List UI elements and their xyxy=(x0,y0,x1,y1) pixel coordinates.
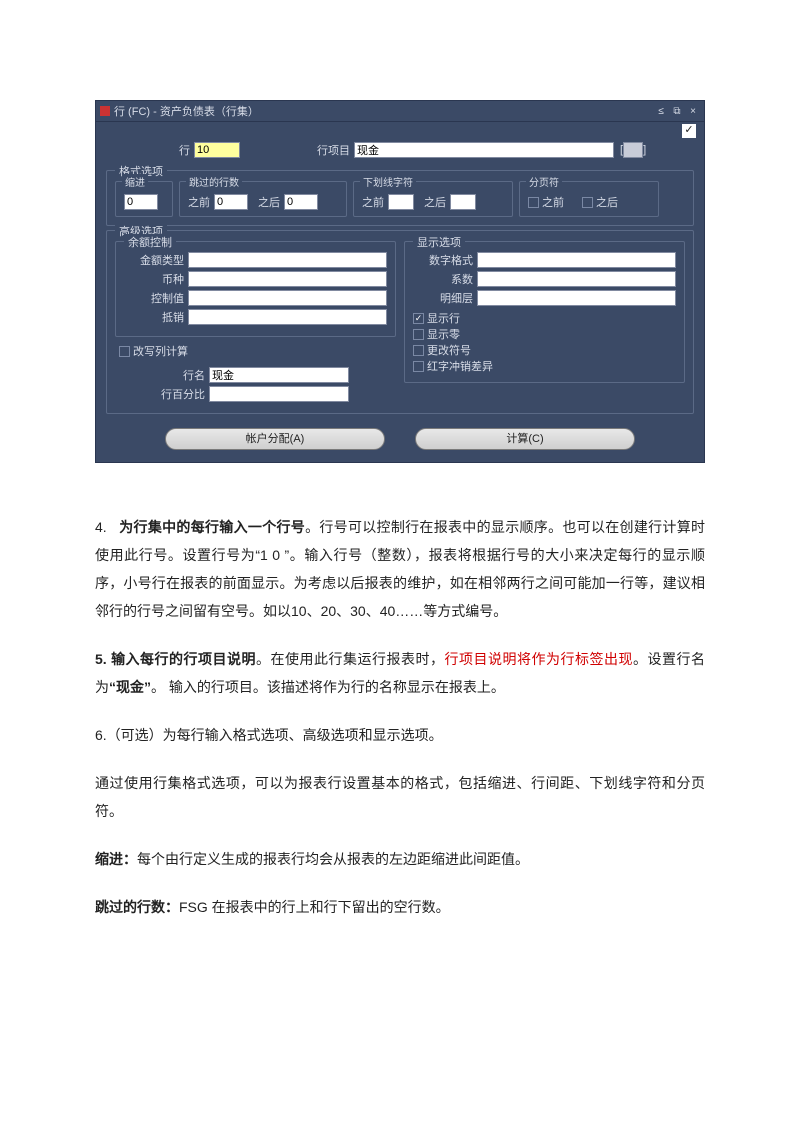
underline-title: 下划线字符 xyxy=(360,174,416,189)
paragraph-7: 缩进：每个由行定义生成的报表行均会从报表的左边距缩进此间距值。 xyxy=(95,845,705,873)
bracket-right: ] xyxy=(643,144,646,156)
ul-before-label: 之前 xyxy=(362,194,384,210)
pagebreak-title: 分页符 xyxy=(526,174,562,189)
skip-before-input[interactable] xyxy=(214,194,248,210)
pb-before-label: 之前 xyxy=(542,194,564,210)
coeff-input[interactable] xyxy=(477,271,676,287)
row-pct-label: 行百分比 xyxy=(155,386,205,402)
indent-title: 缩进 xyxy=(122,174,148,189)
show-row-checkbox[interactable]: ✓ xyxy=(413,313,424,324)
pb-after-label: 之后 xyxy=(596,194,618,210)
indent-input[interactable] xyxy=(124,194,158,210)
currency-input[interactable] xyxy=(188,271,387,287)
display-title: 显示选项 xyxy=(413,234,465,250)
skip-before-label: 之前 xyxy=(188,194,210,210)
format-group: 格式选项 缩进 跳过的行数 之前 之后 下划线字符 xyxy=(106,170,694,226)
offset-input[interactable] xyxy=(188,309,387,325)
red-offset-label: 红字冲销差异 xyxy=(427,358,493,374)
rewrite-col-checkbox[interactable] xyxy=(119,346,130,357)
detail-input[interactable] xyxy=(477,290,676,306)
titlebar: 行 (FC) - 资产负债表（行集） ≤ ⧉ × xyxy=(96,101,704,122)
paragraph-8: 跳过的行数：FSG 在报表中的行上和行下留出的空行数。 xyxy=(95,893,705,921)
paragraph-6: 6.（可选）为每行输入格式选项、高级选项和显示选项。 xyxy=(95,721,705,749)
row-name-input[interactable] xyxy=(209,367,349,383)
override-symbol-label: 更改符号 xyxy=(427,342,471,358)
restore-icon[interactable]: ⧉ xyxy=(670,105,684,117)
currency-label: 币种 xyxy=(124,271,184,287)
display-group: 显示选项 数字格式 系数 明细层 ✓显示行 显示零 更改符号 红字冲销差异 xyxy=(404,241,685,383)
app-icon xyxy=(100,106,110,116)
paragraph-4: 4. 为行集中的每行输入一个行号。行号可以控制行在报表中的显示顺序。也可以在创建… xyxy=(95,513,705,625)
form-window: 行 (FC) - 资产负债表（行集） ≤ ⧉ × ✓ 行 行项目 [ ] 格式选… xyxy=(95,100,705,463)
close-icon[interactable]: × xyxy=(686,105,700,117)
row-number-input[interactable] xyxy=(194,142,240,158)
amount-type-input[interactable] xyxy=(188,252,387,268)
ul-before-input[interactable] xyxy=(388,194,414,210)
paragraph-6b: 通过使用行集格式选项，可以为报表行设置基本的格式，包括缩进、行间距、下划线字符和… xyxy=(95,769,705,825)
skiprows-title: 跳过的行数 xyxy=(186,174,242,189)
paragraph-5: 5. 输入每行的行项目说明。在使用此行集运行报表时，行项目说明将作为行标签出现。… xyxy=(95,645,705,701)
amount-type-label: 金额类型 xyxy=(124,252,184,268)
pb-after-checkbox[interactable] xyxy=(582,197,593,208)
row-item-label: 行项目 xyxy=(270,142,350,158)
bracket-input[interactable] xyxy=(623,142,643,158)
show-zero-checkbox[interactable] xyxy=(413,329,424,340)
advanced-group: 高级选项 余额控制 金额类型 币种 控制值 抵销 改写列计算 行名 行 xyxy=(106,230,694,414)
indent-subgroup: 缩进 xyxy=(115,181,173,217)
show-row-label: 显示行 xyxy=(427,310,460,326)
detail-label: 明细层 xyxy=(413,290,473,306)
control-label: 控制值 xyxy=(124,290,184,306)
account-allocation-button[interactable]: 帐户分配(A) xyxy=(165,428,385,450)
window-title: 行 (FC) - 资产负债表（行集） xyxy=(114,103,652,119)
ul-after-label: 之后 xyxy=(424,194,446,210)
pagebreak-subgroup: 分页符 之前 之后 xyxy=(519,181,659,217)
header-checkbox[interactable]: ✓ xyxy=(682,124,696,138)
coeff-label: 系数 xyxy=(413,271,473,287)
skiprows-subgroup: 跳过的行数 之前 之后 xyxy=(179,181,347,217)
ul-after-input[interactable] xyxy=(450,194,476,210)
skip-after-label: 之后 xyxy=(258,194,280,210)
show-zero-label: 显示零 xyxy=(427,326,460,342)
offset-label: 抵销 xyxy=(124,309,184,325)
rewrite-col-label: 改写列计算 xyxy=(133,343,188,359)
document-body: 4. 为行集中的每行输入一个行号。行号可以控制行在报表中的显示顺序。也可以在创建… xyxy=(95,513,705,921)
skip-after-input[interactable] xyxy=(284,194,318,210)
control-input[interactable] xyxy=(188,290,387,306)
calculate-button[interactable]: 计算(C) xyxy=(415,428,635,450)
minimize-icon[interactable]: ≤ xyxy=(654,105,668,117)
balance-title: 余额控制 xyxy=(124,234,176,250)
red-offset-checkbox[interactable] xyxy=(413,361,424,372)
override-symbol-checkbox[interactable] xyxy=(413,345,424,356)
numformat-input[interactable] xyxy=(477,252,676,268)
balance-group: 余额控制 金额类型 币种 控制值 抵销 xyxy=(115,241,396,337)
numformat-label: 数字格式 xyxy=(413,252,473,268)
row-label: 行 xyxy=(110,142,190,158)
underline-subgroup: 下划线字符 之前 之后 xyxy=(353,181,513,217)
row-item-input[interactable] xyxy=(354,142,614,158)
row-pct-input[interactable] xyxy=(209,386,349,402)
pb-before-checkbox[interactable] xyxy=(528,197,539,208)
row-name-label: 行名 xyxy=(155,367,205,383)
